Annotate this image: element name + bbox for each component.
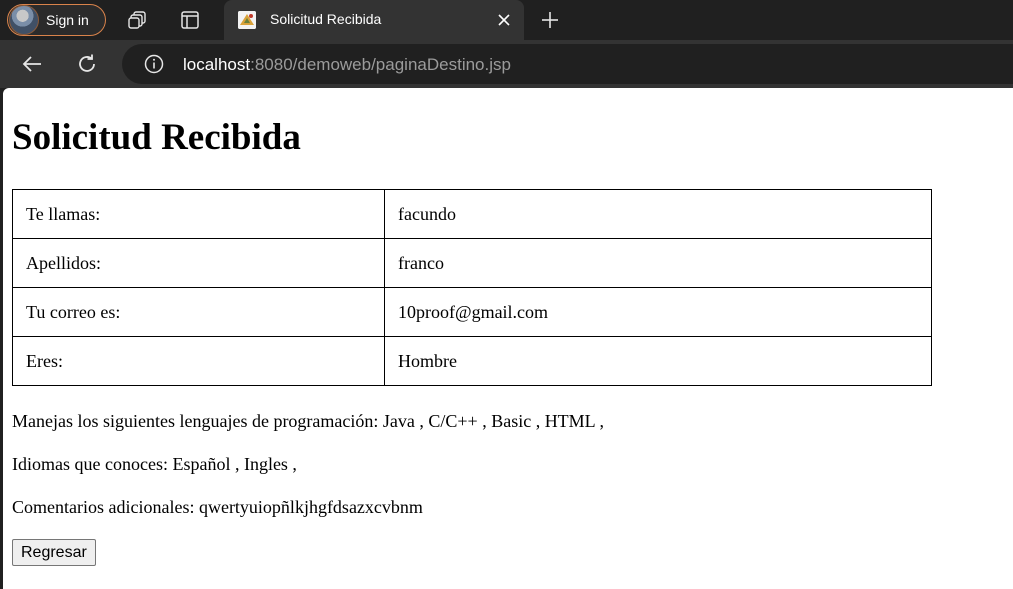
url-host: localhost [183, 55, 251, 74]
sign-in-label: Sign in [46, 12, 89, 28]
new-tab-plus-icon[interactable] [540, 10, 560, 30]
data-table: Te llamas: facundo Apellidos: franco Tu … [12, 189, 932, 386]
avatar [9, 5, 39, 35]
languages-text: Manejas los siguientes lenguajes de prog… [12, 411, 605, 431]
page-title: Solicitud Recibida [12, 117, 301, 158]
row-label: Apellidos: [12, 238, 385, 288]
tab-solicitud-recibida[interactable]: Solicitud Recibida [224, 0, 524, 40]
comments-text: Comentarios adicionales: qwertyuiopñlkjh… [12, 497, 423, 517]
row-label: Te llamas: [12, 189, 385, 239]
page-content: Solicitud Recibida Te llamas: facundo Ap… [3, 88, 1013, 589]
back-arrow-icon[interactable] [21, 53, 43, 75]
page-favicon-icon [238, 11, 256, 29]
table-row: Apellidos: franco [12, 238, 932, 288]
sign-in-button[interactable]: Sign in [7, 4, 106, 36]
tab-title: Solicitud Recibida [270, 11, 382, 27]
row-value: facundo [384, 189, 932, 239]
site-info-icon[interactable] [144, 54, 164, 74]
address-bar[interactable]: localhost:8080/demoweb/paginaDestino.jsp [122, 44, 1013, 84]
row-value: franco [384, 238, 932, 288]
tab-actions-icon[interactable] [180, 10, 200, 30]
table-row: Te llamas: facundo [12, 189, 932, 239]
workspaces-icon[interactable] [128, 10, 148, 30]
table-row: Eres: Hombre [12, 336, 932, 386]
row-value: Hombre [384, 336, 932, 386]
tab-bar: Sign in Solicitud Recibida [0, 0, 1013, 40]
url-path: :8080/demoweb/paginaDestino.jsp [250, 55, 511, 74]
close-tab-icon[interactable] [494, 10, 514, 30]
row-value: 10proof@gmail.com [384, 287, 932, 337]
url-text[interactable]: localhost:8080/demoweb/paginaDestino.jsp [183, 55, 511, 75]
table-row: Tu correo es: 10proof@gmail.com [12, 287, 932, 337]
refresh-icon[interactable] [76, 53, 98, 75]
idiomas-text: Idiomas que conoces: Español , Ingles , [12, 454, 297, 474]
row-label: Eres: [12, 336, 385, 386]
regresar-button[interactable]: Regresar [12, 539, 96, 566]
navigation-bar: localhost:8080/demoweb/paginaDestino.jsp [0, 40, 1013, 88]
row-label: Tu correo es: [12, 287, 385, 337]
